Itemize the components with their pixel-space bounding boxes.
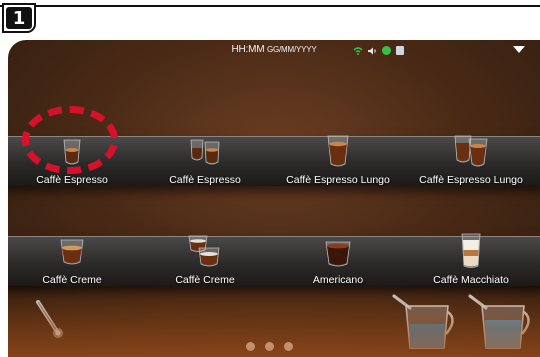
page-dot-3[interactable]	[284, 342, 293, 351]
drink-caffe-espresso-lungo[interactable]: Caffè Espresso Lungo	[274, 132, 402, 186]
status-bar: HH:MM GG/MM/YYYY	[8, 40, 540, 62]
drink-label: Caffè Espresso Lungo	[419, 174, 523, 186]
double-creme-cup-icon	[188, 235, 220, 267]
wifi-icon	[353, 46, 363, 55]
drink-label: Caffè Espresso	[36, 174, 108, 186]
status-datetime: HH:MM GG/MM/YYYY	[8, 44, 540, 55]
creme-cup-icon	[60, 239, 84, 265]
pagination-dots	[246, 342, 293, 351]
machine-display: HH:MM GG/MM/YYYY Caffè Espresso Caffè Es…	[8, 40, 540, 357]
status-icons	[353, 46, 404, 55]
milk-jug-icon[interactable]	[392, 294, 460, 352]
status-dot-icon	[382, 46, 391, 55]
espresso-cup-icon	[63, 139, 81, 165]
header-rule	[0, 5, 540, 7]
drink-caffe-creme[interactable]: Caffè Creme	[8, 232, 136, 286]
drink-label: Caffè Macchiato	[433, 274, 509, 286]
status-time: HH:MM	[231, 44, 265, 55]
americano-cup-icon	[325, 241, 351, 267]
step-number: 1	[6, 7, 32, 29]
drink-americano[interactable]: Americano	[274, 232, 402, 286]
page-dot-2[interactable]	[265, 342, 274, 351]
double-lungo-cup-icon	[454, 135, 488, 167]
step-badge: 1	[2, 3, 36, 33]
double-espresso-cup-icon	[190, 139, 220, 165]
device-icon	[396, 46, 404, 55]
step-header: 1	[0, 0, 540, 40]
macchiato-cup-icon	[461, 233, 481, 268]
speaker-icon	[368, 47, 376, 54]
page-dot-1[interactable]	[246, 342, 255, 351]
status-date: GG/MM/YYYY	[266, 45, 317, 54]
drink-caffe-creme-double[interactable]: Caffè Creme	[141, 232, 269, 286]
drink-label: Caffè Espresso	[169, 174, 241, 186]
water-jug-icon[interactable]	[468, 294, 536, 352]
drink-label: Americano	[312, 274, 364, 286]
drink-label: Caffè Creme	[42, 274, 102, 286]
lungo-cup-icon	[327, 135, 349, 167]
chevron-down-icon[interactable]	[513, 46, 525, 53]
drink-caffe-espresso-lungo-double[interactable]: Caffè Espresso Lungo	[407, 132, 535, 186]
drink-label: Caffè Creme	[175, 274, 235, 286]
drink-label: Caffè Espresso Lungo	[286, 174, 390, 186]
steam-wand-icon[interactable]	[34, 300, 68, 340]
drink-caffe-macchiato[interactable]: Caffè Macchiato	[407, 232, 535, 286]
drink-caffe-espresso-double[interactable]: Caffè Espresso	[141, 132, 269, 186]
drink-caffe-espresso[interactable]: Caffè Espresso	[8, 132, 136, 186]
